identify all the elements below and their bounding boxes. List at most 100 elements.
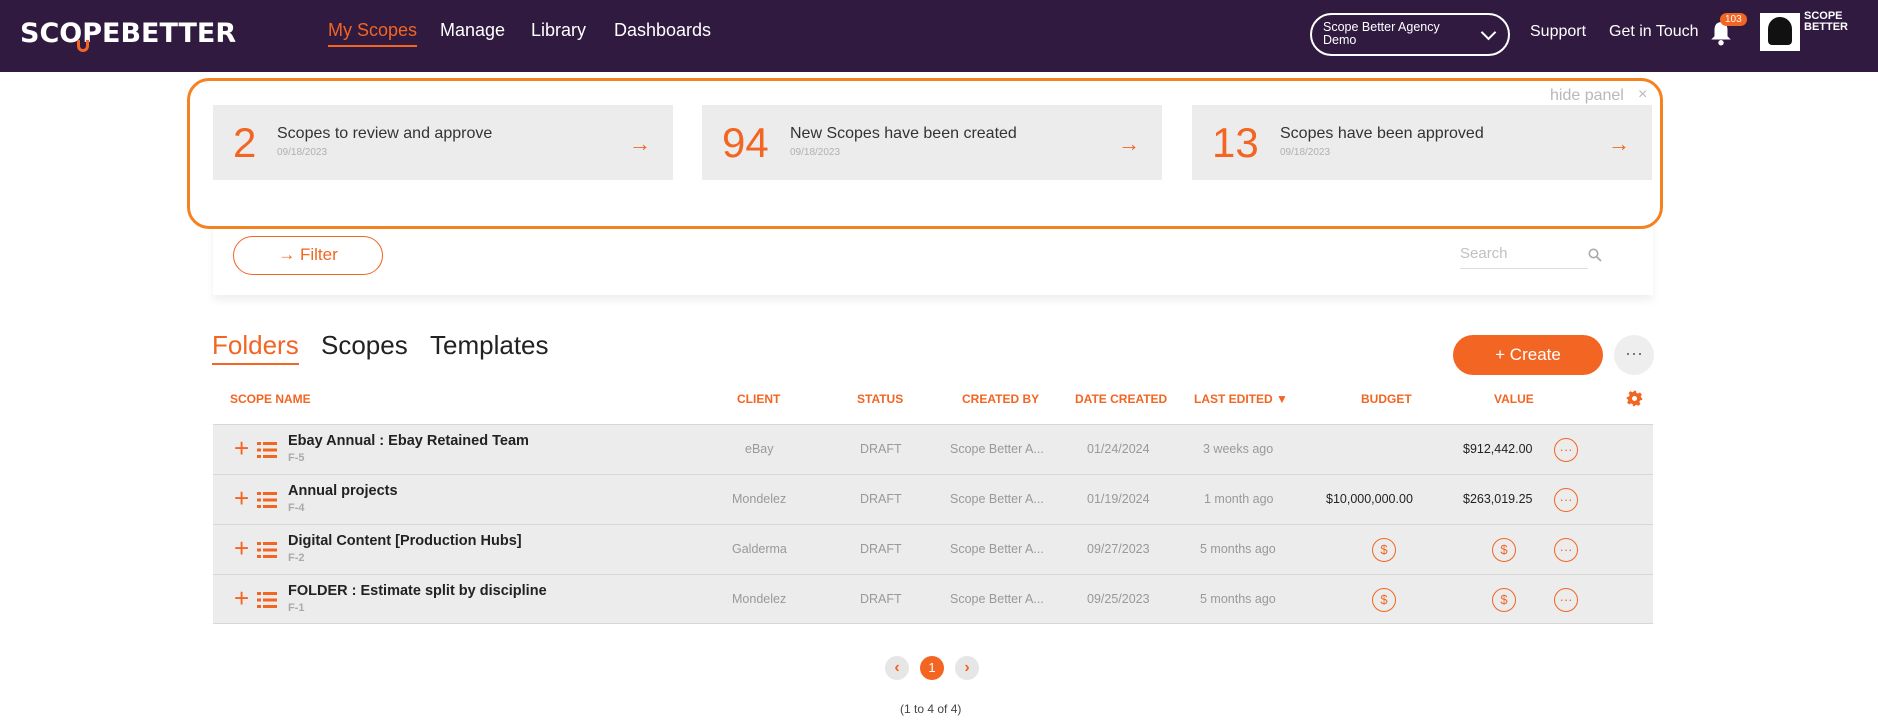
- support-link[interactable]: Support: [1530, 23, 1586, 41]
- nav-manage[interactable]: Manage: [440, 20, 505, 41]
- date-created-cell: 01/19/2024: [1087, 492, 1150, 506]
- agency-select-value: Scope Better Agency Demo: [1323, 20, 1440, 47]
- nav-library[interactable]: Library: [531, 20, 586, 41]
- budget-cell: $10,000,000.00: [1326, 492, 1413, 506]
- card-title: Scopes have been approved: [1280, 125, 1484, 142]
- scope-code: F-1: [288, 602, 305, 614]
- card-title: New Scopes have been created: [790, 125, 1017, 142]
- pagination-info: (1 to 4 of 4): [900, 702, 962, 716]
- summary-card-review[interactable]: 2 Scopes to review and approve 09/18/202…: [213, 105, 673, 180]
- expand-plus-icon[interactable]: +: [234, 535, 249, 561]
- column-header-last-edited[interactable]: LAST EDITED ▼: [1194, 392, 1288, 406]
- card-title: Scopes to review and approve: [277, 125, 493, 142]
- created-by-cell: Scope Better A...: [950, 442, 1044, 456]
- last-edited-cell: 1 month ago: [1204, 492, 1274, 506]
- status-cell: DRAFT: [860, 592, 902, 606]
- row-more-button[interactable]: ···: [1554, 588, 1578, 612]
- value-cell: $263,019.25: [1463, 492, 1533, 506]
- search-input[interactable]: Search: [1460, 245, 1588, 269]
- more-options-button[interactable]: ···: [1614, 335, 1654, 375]
- table-row[interactable]: + Digital Content [Production Hubs] F-2 …: [213, 524, 1653, 574]
- list-icon[interactable]: [257, 542, 277, 558]
- last-edited-cell: 3 weeks ago: [1203, 442, 1274, 456]
- created-by-cell: Scope Better A...: [950, 542, 1044, 556]
- column-header-budget[interactable]: BUDGET: [1361, 392, 1412, 406]
- summary-card-new[interactable]: 94 New Scopes have been created 09/18/20…: [702, 105, 1162, 180]
- created-by-cell: Scope Better A...: [950, 592, 1044, 606]
- budget-dollar-button[interactable]: $: [1372, 538, 1396, 562]
- arrow-right-icon: →: [629, 131, 651, 156]
- client-cell: eBay: [745, 442, 774, 456]
- client-cell: Mondelez: [732, 592, 787, 606]
- filter-button[interactable]: → Filter: [233, 236, 383, 275]
- column-header-date-created[interactable]: DATE CREATED: [1075, 392, 1167, 406]
- close-icon[interactable]: ×: [1638, 86, 1647, 104]
- tab-templates[interactable]: Templates: [430, 330, 549, 361]
- row-more-button[interactable]: ···: [1554, 438, 1578, 462]
- get-in-touch-link[interactable]: Get in Touch: [1609, 23, 1699, 41]
- pagination-page-current[interactable]: 1: [920, 656, 944, 680]
- hide-panel-link[interactable]: hide panel: [1550, 87, 1624, 105]
- create-button[interactable]: + Create: [1453, 335, 1603, 375]
- scope-code: F-5: [288, 452, 305, 464]
- scope-code: F-4: [288, 502, 305, 514]
- card-date: 09/18/2023: [277, 147, 328, 158]
- value-dollar-button[interactable]: $: [1492, 538, 1516, 562]
- status-cell: DRAFT: [860, 542, 902, 556]
- list-icon[interactable]: [257, 492, 277, 508]
- arrow-right-icon: →: [1118, 131, 1140, 156]
- logo-text: SCOPEBETTER: [20, 18, 237, 49]
- card-count: 94: [722, 119, 769, 166]
- expand-plus-icon[interactable]: +: [234, 485, 249, 511]
- table-row[interactable]: + Ebay Annual : Ebay Retained Team F-5 e…: [213, 424, 1653, 474]
- table-row[interactable]: + FOLDER : Estimate split by discipline …: [213, 574, 1653, 624]
- value-cell: $912,442.00: [1463, 442, 1533, 456]
- card-count: 2: [233, 119, 257, 166]
- last-edited-cell: 5 months ago: [1200, 542, 1276, 556]
- card-count: 13: [1212, 119, 1259, 166]
- arrow-right-icon: →: [1608, 131, 1630, 156]
- top-navigation-bar: SCOPEBETTER My Scopes Manage Library Das…: [0, 0, 1878, 72]
- card-date: 09/18/2023: [790, 147, 841, 158]
- expand-plus-icon[interactable]: +: [234, 435, 249, 461]
- scope-code: F-2: [288, 552, 305, 564]
- column-header-scope-name[interactable]: SCOPE NAME: [230, 392, 311, 406]
- tab-folders[interactable]: Folders: [212, 330, 299, 365]
- search-icon[interactable]: [1588, 248, 1602, 262]
- notification-count-badge: 103: [1720, 13, 1747, 26]
- table-row[interactable]: + Annual projects F-4 Mondelez DRAFT Sco…: [213, 474, 1653, 524]
- expand-plus-icon[interactable]: +: [234, 585, 249, 611]
- date-created-cell: 01/24/2024: [1087, 442, 1150, 456]
- summary-card-approved[interactable]: 13 Scopes have been approved 09/18/2023 …: [1192, 105, 1652, 180]
- value-dollar-button[interactable]: $: [1492, 588, 1516, 612]
- row-more-button[interactable]: ···: [1554, 488, 1578, 512]
- list-icon[interactable]: [257, 592, 277, 608]
- pagination-next-button[interactable]: ›: [955, 656, 979, 680]
- scope-name[interactable]: Annual projects: [288, 483, 398, 499]
- card-date: 09/18/2023: [1280, 147, 1331, 158]
- list-icon[interactable]: [257, 442, 277, 458]
- status-cell: DRAFT: [860, 492, 902, 506]
- column-header-status[interactable]: STATUS: [857, 392, 903, 406]
- gear-icon[interactable]: [1626, 390, 1643, 407]
- column-header-value[interactable]: VALUE: [1494, 392, 1534, 406]
- scope-name[interactable]: FOLDER : Estimate split by discipline: [288, 583, 547, 599]
- tab-scopes[interactable]: Scopes: [321, 330, 408, 361]
- column-header-created-by[interactable]: CREATED BY: [962, 392, 1039, 406]
- row-more-button[interactable]: ···: [1554, 538, 1578, 562]
- column-header-client[interactable]: CLIENT: [737, 392, 780, 406]
- scope-name[interactable]: Ebay Annual : Ebay Retained Team: [288, 433, 529, 449]
- agency-select[interactable]: Scope Better Agency Demo: [1310, 13, 1510, 56]
- avatar[interactable]: [1760, 13, 1800, 51]
- last-edited-cell: 5 months ago: [1200, 592, 1276, 606]
- pagination-prev-button[interactable]: ‹: [885, 656, 909, 680]
- avatar-silhouette: [1768, 17, 1792, 45]
- scope-name[interactable]: Digital Content [Production Hubs]: [288, 533, 522, 549]
- client-cell: Galderma: [732, 542, 787, 556]
- nav-dashboards[interactable]: Dashboards: [614, 20, 711, 41]
- scopebetter-logo[interactable]: SCOPEBETTER: [20, 18, 237, 52]
- created-by-cell: Scope Better A...: [950, 492, 1044, 506]
- budget-dollar-button[interactable]: $: [1372, 588, 1396, 612]
- logo-smile-mark: [77, 40, 89, 52]
- nav-my-scopes[interactable]: My Scopes: [328, 20, 418, 47]
